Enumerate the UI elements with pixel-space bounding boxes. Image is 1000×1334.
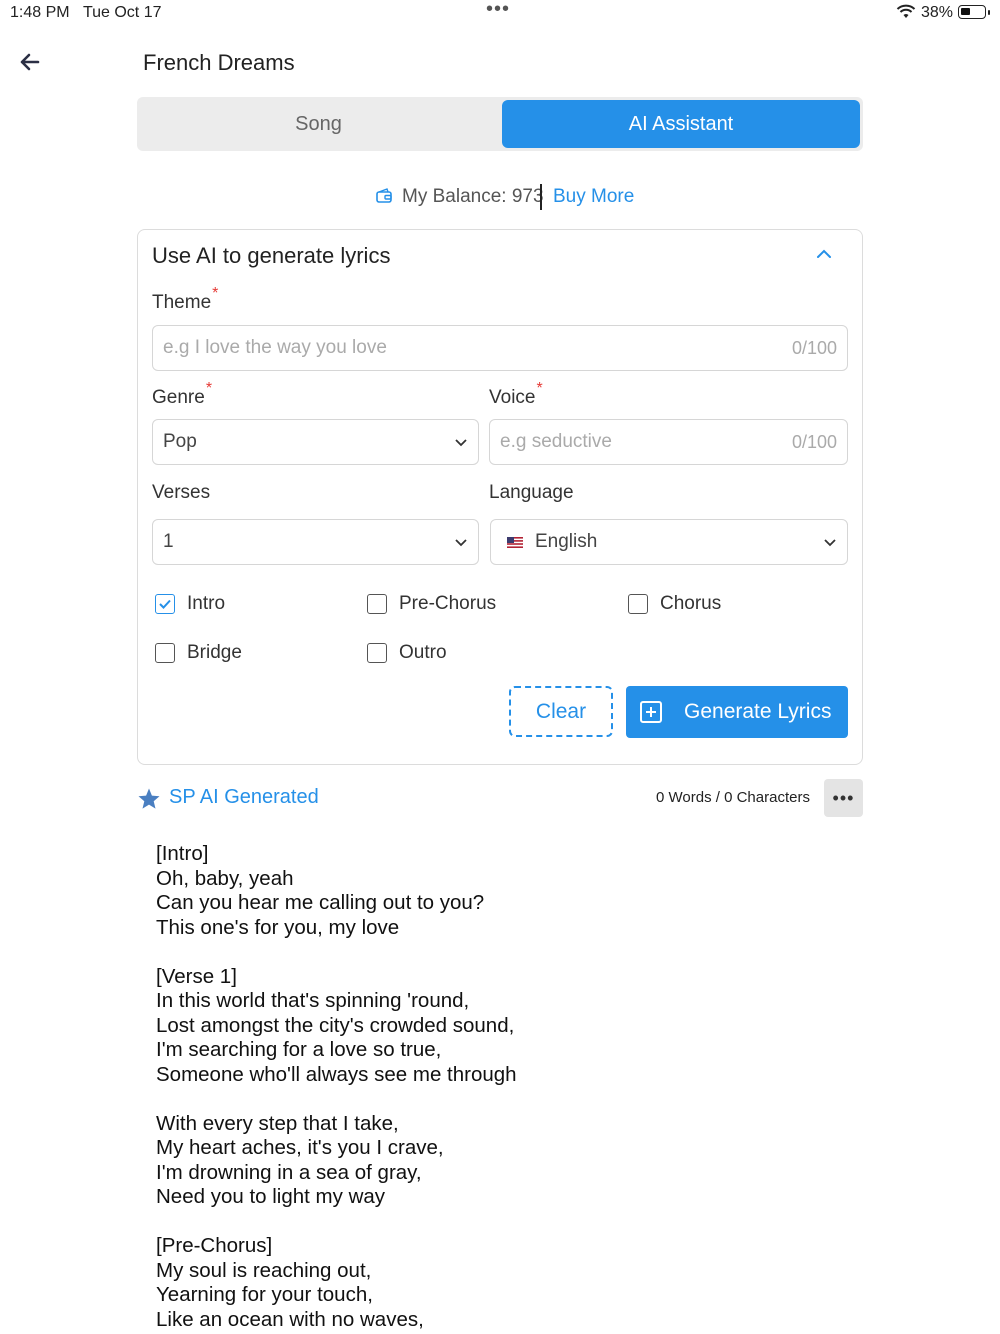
tab-song[interactable]: Song xyxy=(137,97,500,151)
verses-value: 1 xyxy=(163,531,174,552)
language-label: Language xyxy=(489,482,574,503)
language-select[interactable]: English xyxy=(490,519,848,565)
language-value: English xyxy=(535,531,598,552)
wallet-icon xyxy=(376,188,392,203)
theme-placeholder: e.g I love the way you love xyxy=(163,337,387,358)
clear-button[interactable]: Clear xyxy=(509,686,613,737)
checkbox-box xyxy=(628,594,648,614)
bridge-checkbox[interactable]: Bridge xyxy=(155,642,242,664)
lyric-line xyxy=(156,1087,856,1112)
checkbox-box xyxy=(367,643,387,663)
chevron-down-icon xyxy=(824,539,836,547)
lyric-line: Oh, baby, yeah xyxy=(156,866,294,890)
chevron-down-icon xyxy=(455,539,467,547)
lyric-line: In this world that's spinning 'round, xyxy=(156,989,470,1012)
lyric-line: Yearning for your touch, xyxy=(156,1283,373,1306)
status-time: 1:48 PM Tue Oct 17 xyxy=(10,4,162,21)
wifi-icon xyxy=(896,4,916,18)
tab-ai-assistant[interactable]: AI Assistant xyxy=(502,100,860,148)
outro-label: Outro xyxy=(399,642,447,663)
chorus-label: Chorus xyxy=(660,593,722,614)
us-flag-icon xyxy=(507,536,523,548)
generated-title: SP AI Generated xyxy=(169,786,319,808)
battery-icon xyxy=(958,5,986,19)
verses-select[interactable]: 1 xyxy=(152,519,479,565)
pre-chorus-label: Pre-Chorus xyxy=(399,593,497,614)
divider xyxy=(540,184,542,210)
lyric-line: Lost amongst the city's crowded sound, xyxy=(156,1013,515,1037)
card-title: Use AI to generate lyrics xyxy=(152,243,391,268)
required-mark: * xyxy=(205,380,213,397)
required-mark: * xyxy=(536,380,543,397)
lyric-line: [Intro] xyxy=(156,842,209,865)
buy-more-link[interactable]: Buy More xyxy=(553,186,634,208)
generate-lyrics-label: Generate Lyrics xyxy=(684,700,832,723)
checkmark-icon xyxy=(155,594,175,614)
genre-select[interactable]: Pop xyxy=(152,419,479,465)
pre-chorus-checkbox[interactable]: Pre-Chorus xyxy=(367,593,496,615)
lyric-line: Can you hear me calling out to you? xyxy=(156,891,485,914)
required-mark: * xyxy=(212,285,219,302)
lyric-line: [Verse 1] xyxy=(156,964,237,988)
genre-value: Pop xyxy=(163,431,197,452)
voice-char-count: 0/100 xyxy=(791,431,837,452)
battery-cap xyxy=(988,10,990,15)
balance-text: My Balance: 973 xyxy=(402,186,544,207)
outro-checkbox[interactable]: Outro xyxy=(367,642,447,664)
arrow-left-icon[interactable] xyxy=(16,48,44,76)
intro-checkbox[interactable]: Intro xyxy=(155,593,225,615)
lyric-line: Someone who'll always see me through xyxy=(156,1062,517,1086)
page-title: French Dreams xyxy=(143,50,295,75)
more-options-button[interactable]: ••• xyxy=(824,779,863,817)
lyric-line: This one's for you, my love xyxy=(156,915,400,939)
checkbox-box xyxy=(155,643,175,663)
chevron-up-icon[interactable] xyxy=(814,247,834,261)
lyric-line: Like an ocean with no waves, xyxy=(156,1307,424,1331)
lyric-line: My heart aches, it's you I crave, xyxy=(156,1136,444,1159)
genre-label: Genre* xyxy=(152,380,213,408)
star-icon xyxy=(138,788,160,809)
voice-input[interactable]: e.g seductive 0/100 xyxy=(489,419,848,465)
generate-lyrics-button[interactable]: Generate Lyrics xyxy=(626,686,848,738)
verses-label: Verses xyxy=(152,482,211,503)
lyric-line: [Pre-Chorus] xyxy=(156,1234,273,1257)
bridge-label: Bridge xyxy=(187,642,242,663)
status-bar: 1:48 PM Tue Oct 17 ••• 38% xyxy=(0,0,1000,28)
chorus-checkbox[interactable]: Chorus xyxy=(628,593,721,615)
intro-label: Intro xyxy=(187,593,226,614)
lyric-line: Need you to light my way xyxy=(156,1185,386,1208)
lyric-line xyxy=(156,1210,856,1235)
theme-char-count: 0/100 xyxy=(791,337,837,358)
voice-label: Voice* xyxy=(489,380,543,408)
lyrics-text[interactable]: [Intro] Oh, baby, yeah Can you hear me c… xyxy=(156,842,856,1332)
theme-input[interactable]: e.g I love the way you love 0/100 xyxy=(152,325,848,371)
battery-percent: 38% xyxy=(921,4,954,21)
theme-label: Theme* xyxy=(152,285,219,313)
lyric-line: I'm searching for a love so true, xyxy=(156,1038,442,1061)
word-char-count: 0 Words / 0 Characters xyxy=(656,789,810,806)
multitask-dots-icon[interactable]: ••• xyxy=(486,0,510,21)
voice-placeholder: e.g seductive xyxy=(500,431,612,452)
plus-icon xyxy=(640,701,662,723)
lyric-line: My soul is reaching out, xyxy=(156,1258,372,1282)
chevron-down-icon xyxy=(455,439,467,447)
lyric-line xyxy=(156,940,856,965)
lyric-line: I'm drowning in a sea of gray, xyxy=(156,1160,422,1184)
lyric-line: With every step that I take, xyxy=(156,1111,399,1135)
checkbox-box xyxy=(367,594,387,614)
